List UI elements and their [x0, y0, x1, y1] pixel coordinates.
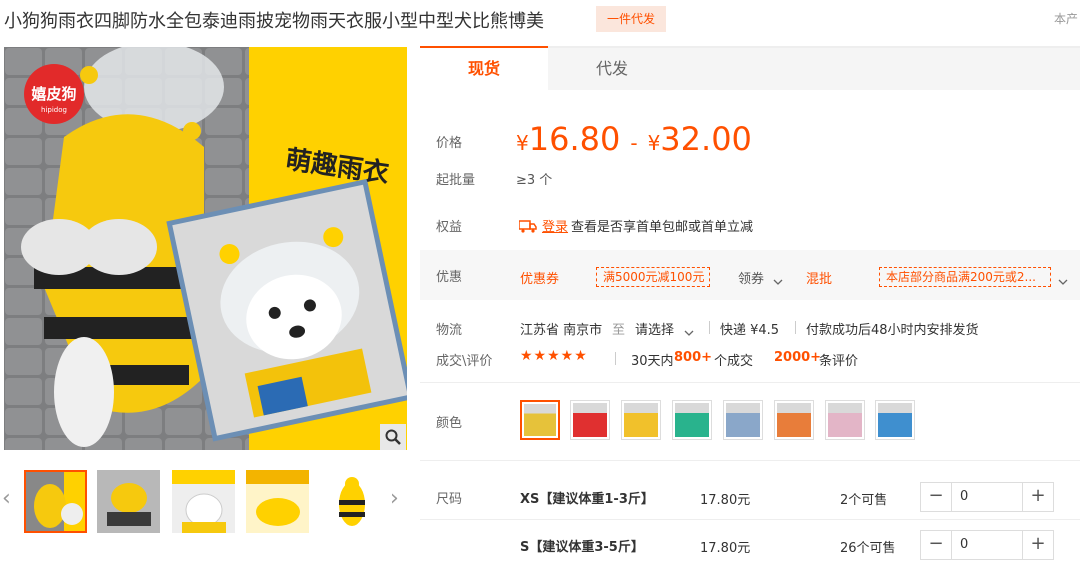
title-row: 小狗狗雨衣四脚防水全包泰迪雨披宠物雨天衣服小型中型犬比熊博美 一件代发 本产	[0, 0, 1080, 40]
thumbnail[interactable]	[246, 470, 309, 533]
color-swatch[interactable]	[875, 400, 915, 440]
deals-label: 成交\评价	[436, 354, 493, 369]
thumbnail[interactable]	[97, 470, 160, 533]
rating-stars: ★★★★★	[520, 348, 588, 364]
chevron-down-icon[interactable]	[773, 271, 783, 290]
zoom-icon[interactable]	[380, 424, 406, 450]
moq-value: ≥3 个	[516, 173, 553, 188]
divider-line	[615, 352, 616, 365]
price-range: ¥16.80- ¥32.00	[516, 120, 752, 158]
reviews-suffix: 条评价	[819, 354, 859, 369]
ship-to-word: 至	[612, 323, 626, 338]
swatch-image	[624, 403, 658, 437]
swatch-image	[726, 403, 760, 437]
thumbnail-strip: ‹ ›	[0, 466, 410, 536]
decrement-button[interactable]: −	[921, 531, 951, 559]
price-high: 32.00	[660, 120, 752, 158]
mix-label: 混批	[806, 272, 833, 287]
main-product-image[interactable]: 嬉皮狗 hipidog 萌趣雨衣	[4, 47, 407, 450]
swatch-image	[878, 403, 912, 437]
section-divider	[420, 460, 1080, 461]
swatch-image	[675, 403, 709, 437]
shipping-note: 付款成功后48小时内安排发货	[806, 323, 979, 338]
size-row: S【建议体重3-5斤】 17.80元 26个可售 − 0 +	[420, 520, 1080, 568]
quantity-stepper: − 0 +	[920, 530, 1054, 560]
currency-symbol: ¥	[516, 131, 529, 155]
divider-line	[795, 321, 796, 334]
currency-symbol: ¥	[647, 131, 661, 155]
increment-button[interactable]: +	[1023, 531, 1053, 559]
thumbnail[interactable]	[320, 470, 383, 533]
destination-select[interactable]: 请选择	[635, 319, 674, 338]
truck-icon	[518, 218, 537, 233]
promo-label: 优惠	[436, 270, 463, 285]
login-link[interactable]: 登录	[542, 216, 568, 235]
color-swatch[interactable]	[621, 400, 661, 440]
price-label: 价格	[436, 136, 463, 151]
mix-tag[interactable]: 本店部分商品满200元或2...	[879, 267, 1051, 287]
color-swatch[interactable]	[570, 400, 610, 440]
size-stock: 26个可售	[840, 541, 896, 556]
thumbnail[interactable]	[24, 470, 87, 533]
section-divider	[420, 382, 1080, 383]
thumb-prev-arrow-icon[interactable]: ‹	[2, 486, 11, 511]
express-fee: 快递 ¥4.5	[720, 323, 780, 338]
tab-dropship[interactable]: 代发	[548, 48, 676, 90]
brand-logo-text: 嬉皮狗	[30, 85, 76, 103]
corner-text: 本产	[1053, 12, 1078, 26]
quantity-input[interactable]: 0	[951, 531, 1023, 559]
thumb-next-arrow-icon[interactable]: ›	[390, 486, 399, 511]
quantity-stepper: − 0 +	[920, 482, 1054, 512]
thumbnail[interactable]	[172, 470, 235, 533]
coupon-tag[interactable]: 满5000元减100元	[596, 267, 710, 287]
deals-count-suffix: 个成交	[714, 354, 754, 369]
quantity-input[interactable]: 0	[951, 483, 1023, 511]
reviews-count[interactable]: 2000+	[774, 350, 821, 365]
deals-count: 800+	[674, 350, 713, 365]
tab-spot[interactable]: 现货	[420, 46, 548, 90]
size-name: XS【建议体重1-3斤】	[520, 492, 654, 507]
get-coupon-button[interactable]: 领券	[738, 268, 764, 287]
ship-from: 江苏省 南京市	[520, 323, 603, 338]
brand-logo-sub: hipidog	[41, 106, 67, 114]
color-swatch[interactable]	[825, 400, 865, 440]
color-swatch[interactable]	[774, 400, 814, 440]
size-stock: 2个可售	[840, 493, 888, 508]
swatch-image	[524, 404, 556, 436]
mode-tabs: 现货 代发	[420, 46, 1080, 90]
color-label: 颜色	[436, 416, 463, 431]
divider-line	[709, 321, 710, 334]
size-name: S【建议体重3-5斤】	[520, 540, 644, 555]
swatch-image	[777, 403, 811, 437]
dropship-badge[interactable]: 一件代发	[596, 6, 666, 32]
logistics-label: 物流	[436, 323, 463, 338]
coupon-label: 优惠券	[520, 272, 560, 287]
deals-prefix: 30天内	[631, 354, 674, 369]
swatch-image	[573, 403, 607, 437]
product-title: 小狗狗雨衣四脚防水全包泰迪雨披宠物雨天衣服小型中型犬比熊博美	[4, 11, 544, 32]
rights-text: 查看是否享首单包邮或首单立减	[571, 220, 754, 235]
price-low: 16.80	[528, 120, 621, 158]
price-separator: -	[630, 131, 638, 155]
color-swatch[interactable]	[672, 400, 712, 440]
moq-label: 起批量	[436, 173, 476, 188]
chevron-down-icon[interactable]	[684, 322, 694, 341]
color-swatch[interactable]	[520, 400, 560, 440]
size-row: XS【建议体重1-3斤】 17.80元 2个可售 − 0 +	[420, 472, 1080, 520]
increment-button[interactable]: +	[1023, 483, 1053, 511]
size-price: 17.80元	[700, 493, 751, 508]
product-photo: 嬉皮狗 hipidog 萌趣雨衣	[4, 47, 407, 450]
swatch-image	[828, 403, 862, 437]
chevron-down-icon[interactable]	[1058, 271, 1068, 290]
size-price: 17.80元	[700, 541, 751, 556]
decrement-button[interactable]: −	[921, 483, 951, 511]
rights-label: 权益	[436, 220, 463, 235]
color-swatch[interactable]	[723, 400, 763, 440]
